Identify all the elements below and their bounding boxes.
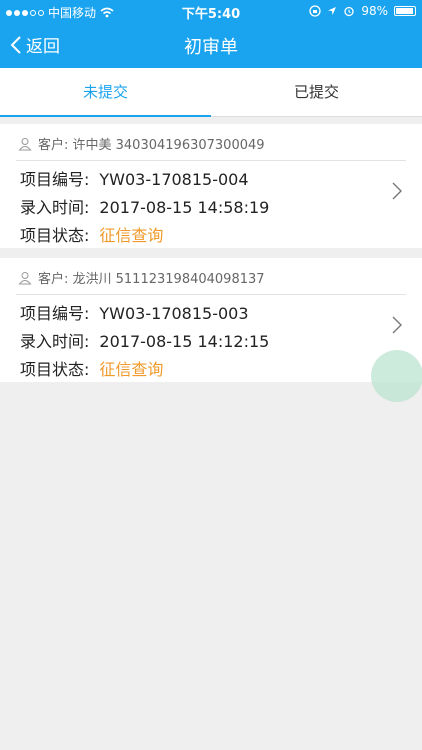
status-row: 项目状态: 征信查询 (20, 222, 163, 246)
chevron-right-icon (392, 316, 402, 334)
entry-time-row: 录入时间: 2017-08-15 14:58:19 (20, 194, 269, 218)
entry-time-label: 录入时间: (20, 198, 90, 217)
alarm-icon (344, 6, 354, 17)
status-value: 征信查询 (99, 360, 164, 379)
customer-header: 客户: 龙洪川 511123198404098137 (18, 268, 265, 287)
project-no-row: 项目编号: YW03-170815-003 (20, 300, 249, 324)
status-label: 项目状态: (20, 360, 90, 379)
entry-time-value: 2017-08-15 14:12:15 (99, 332, 270, 351)
chevron-right-icon (392, 182, 402, 200)
user-icon (18, 271, 32, 284)
page-title: 初审单 (184, 37, 238, 58)
nav-bar: 返回 初审单 (0, 22, 422, 68)
status-value: 征信查询 (99, 226, 164, 245)
tab-unsubmitted[interactable]: 未提交 (0, 68, 211, 117)
entry-time-label: 录入时间: (20, 332, 90, 351)
floating-action-button[interactable] (371, 350, 422, 402)
battery-icon (394, 6, 416, 16)
entry-time-value: 2017-08-15 14:58:19 (99, 198, 270, 217)
battery-percent: 98% (361, 4, 388, 18)
project-no-value: YW03-170815-003 (99, 304, 249, 323)
tab-bar: 未提交 已提交 (0, 68, 422, 117)
project-no-row: 项目编号: YW03-170815-004 (20, 166, 249, 190)
customer-header: 客户: 许中美 340304196307300049 (18, 134, 265, 153)
divider (16, 294, 406, 295)
customer-info: 客户: 龙洪川 511123198404098137 (38, 272, 265, 287)
project-no-value: YW03-170815-004 (99, 170, 249, 189)
customer-info: 客户: 许中美 340304196307300049 (38, 138, 265, 153)
status-right: 98% (309, 4, 416, 18)
list-item[interactable]: 客户: 龙洪川 511123198404098137 项目编号: YW03-170… (0, 258, 422, 382)
status-label: 项目状态: (20, 226, 90, 245)
location-icon (328, 7, 337, 15)
project-no-label: 项目编号: (20, 304, 90, 323)
lock-rotation-icon (309, 5, 321, 17)
status-bar: 中国移动 下午5:40 98% (0, 0, 422, 22)
divider (16, 160, 406, 161)
user-icon (18, 137, 32, 150)
status-row: 项目状态: 征信查询 (20, 356, 163, 380)
entry-time-row: 录入时间: 2017-08-15 14:12:15 (20, 328, 269, 352)
tab-submitted[interactable]: 已提交 (211, 68, 422, 116)
top-bar: 中国移动 下午5:40 98% 返回 初审单 (0, 0, 422, 68)
list-item[interactable]: 客户: 许中美 340304196307300049 项目编号: YW03-170… (0, 124, 422, 248)
project-no-label: 项目编号: (20, 170, 90, 189)
